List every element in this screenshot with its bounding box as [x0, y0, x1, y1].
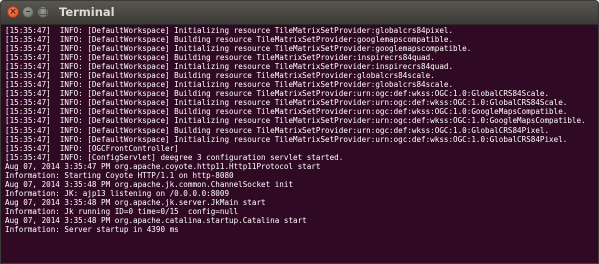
terminal-line: [15:35:47] INFO: [DefaultWorkspace] Init…: [5, 116, 586, 126]
terminal-line: [15:35:47] INFO: [DefaultWorkspace] Buil…: [5, 89, 550, 99]
title-bar[interactable]: × – □ Terminal: [1, 1, 598, 25]
close-icon[interactable]: ×: [7, 6, 19, 18]
terminal-line: [15:35:47] INFO: [DefaultWorkspace] Buil…: [5, 71, 435, 81]
terminal-line: [15:35:47] INFO: [DefaultWorkspace] Buil…: [5, 53, 435, 63]
window-title: Terminal: [59, 5, 115, 19]
terminal-line: [15:35:47] INFO: [ConfigServlet] deegree…: [5, 152, 344, 162]
terminal-line: Aug 07, 2014 3:35:47 PM org.apache.coyot…: [5, 161, 321, 171]
maximize-icon[interactable]: □: [37, 6, 49, 18]
terminal-line: Information: Jk running ID=0 time=0/15 c…: [5, 206, 239, 216]
terminal-line: [15:35:47] INFO: [DefaultWorkspace] Init…: [5, 26, 454, 35]
terminal-window: × – □ Terminal [15:35:47] INFO: [Default…: [0, 0, 599, 264]
terminal-line: Information: JK: ajp13 listening on /0.0…: [5, 188, 230, 198]
terminal-line: [15:35:47] INFO: [DefaultWorkspace] Init…: [5, 98, 568, 108]
terminal-line: Information: Server startup in 4390 ms: [5, 225, 179, 235]
terminal-line: Information: Starting Coyote HTTP/1.1 on…: [5, 170, 234, 180]
minimize-icon[interactable]: –: [22, 6, 34, 18]
terminal-line: [15:35:47] INFO: [DefaultWorkspace] Buil…: [5, 125, 550, 135]
terminal-line: Aug 07, 2014 3:35:48 PM org.apache.catal…: [5, 215, 307, 225]
terminal-line: [15:35:47] INFO: [DefaultWorkspace] Buil…: [5, 35, 454, 45]
terminal-line: [15:35:47] INFO: [OGCFrontController]: [5, 143, 179, 153]
terminal-line: [15:35:47] INFO: [DefaultWorkspace] Buil…: [5, 107, 568, 117]
terminal-line: [15:35:47] INFO: [DefaultWorkspace] Init…: [5, 80, 454, 90]
terminal-line: [15:35:47] INFO: [DefaultWorkspace] Init…: [5, 62, 454, 72]
terminal-line: [15:35:47] INFO: [DefaultWorkspace] Init…: [5, 134, 568, 144]
terminal-line: [15:35:47] INFO: [DefaultWorkspace] Init…: [5, 44, 472, 54]
terminal-output[interactable]: [15:35:47] INFO: [DefaultWorkspace] Init…: [1, 25, 598, 263]
terminal-line: Aug 07, 2014 3:35:48 PM org.apache.jk.co…: [5, 179, 294, 189]
terminal-line: Aug 07, 2014 3:35:48 PM org.apache.jk.se…: [5, 197, 266, 207]
